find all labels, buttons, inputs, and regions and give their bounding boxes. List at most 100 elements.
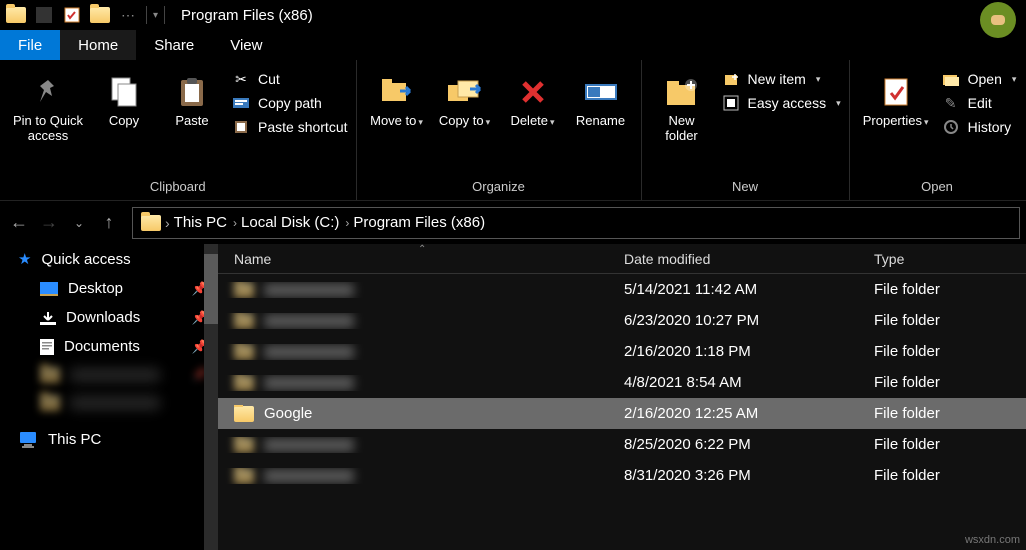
paste-icon — [174, 74, 210, 110]
file-list: Name Date modified Type ⌃ 5/14/2021 11:4… — [218, 244, 1026, 550]
paste-shortcut-button[interactable]: Paste shortcut — [232, 118, 348, 136]
file-type: File folder — [858, 467, 1018, 484]
recent-locations-button[interactable]: ⌄ — [66, 210, 92, 236]
group-open: Properties▾ Open▾ ✎Edit History Open — [850, 60, 1025, 200]
sidebar-desktop[interactable]: Desktop📌 — [0, 274, 218, 303]
column-date-modified[interactable]: Date modified — [608, 251, 858, 267]
table-row[interactable]: 2/16/2020 1:18 PMFile folder — [218, 336, 1026, 367]
sidebar-quick-access[interactable]: ★Quick access — [0, 244, 218, 274]
title-bar: ⋯ ▾ Program Files (x86) — [0, 0, 1026, 30]
copy-path-button[interactable]: Copy path — [232, 94, 348, 112]
file-date: 8/31/2020 3:26 PM — [608, 467, 858, 484]
folder-icon — [234, 282, 254, 298]
breadcrumb-this-pc[interactable]: This PC› — [174, 214, 237, 231]
content-area: ★Quick access Desktop📌 Downloads📌 Docume… — [0, 244, 1026, 550]
forward-button[interactable]: → — [36, 210, 62, 236]
folder-icon[interactable] — [4, 3, 28, 27]
chevron-down-icon: ▾ — [550, 117, 555, 127]
ribbon-toggle-icon[interactable]: ▾ — [153, 10, 158, 21]
column-type[interactable]: Type — [858, 251, 1018, 267]
sidebar-documents[interactable]: Documents📌 — [0, 332, 218, 361]
breadcrumb-program-files[interactable]: Program Files (x86) — [353, 214, 485, 231]
chevron-down-icon: ▾ — [816, 74, 821, 85]
paste-shortcut-icon — [232, 118, 250, 136]
sort-indicator-icon: ⌃ — [418, 244, 426, 255]
sidebar-item-hidden[interactable]: 📌 — [0, 361, 218, 389]
chevron-down-icon: ▾ — [1012, 74, 1017, 85]
sidebar-item-hidden[interactable] — [0, 389, 218, 417]
folder-icon — [234, 313, 254, 329]
address-bar[interactable]: › This PC› Local Disk (C:)› Program File… — [132, 207, 1020, 239]
chevron-right-icon[interactable]: › — [233, 216, 237, 230]
sidebar-scrollbar-thumb[interactable] — [204, 254, 218, 324]
pin-to-quick-access-button[interactable]: Pin to Quick access — [8, 70, 88, 148]
copy-to-button[interactable]: Copy to▾ — [433, 70, 497, 133]
sidebar-scrollbar[interactable] — [204, 244, 218, 550]
tab-home[interactable]: Home — [60, 30, 136, 60]
file-name: Google — [264, 405, 312, 422]
desktop-icon — [40, 282, 58, 296]
column-name[interactable]: Name — [218, 251, 608, 267]
table-row[interactable]: 5/14/2021 11:42 AMFile folder — [218, 274, 1026, 305]
move-to-button[interactable]: Move to▾ — [365, 70, 429, 133]
move-to-icon — [379, 74, 415, 110]
new-item-button[interactable]: New item▾ — [722, 70, 841, 88]
tab-file[interactable]: File — [0, 30, 60, 60]
chevron-right-icon[interactable]: › — [345, 216, 349, 230]
pin-icon — [30, 74, 66, 110]
tab-view[interactable]: View — [212, 30, 280, 60]
table-row[interactable]: Google2/16/2020 12:25 AMFile folder — [218, 398, 1026, 429]
folder-icon — [234, 468, 254, 484]
group-new: New folder New item▾ Easy access▾ New — [642, 60, 850, 200]
chevron-down-icon: ▾ — [418, 117, 423, 127]
more-qat-icon[interactable]: ⋯ — [116, 3, 140, 27]
properties-button[interactable]: Properties▾ — [858, 70, 934, 133]
new-folder-button[interactable]: New folder — [650, 70, 714, 148]
folder-qat-icon[interactable] — [88, 3, 112, 27]
history-button[interactable]: History — [942, 118, 1017, 136]
table-row[interactable]: 8/31/2020 3:26 PMFile folder — [218, 460, 1026, 491]
file-date: 4/8/2021 8:54 AM — [608, 374, 858, 391]
back-button[interactable]: ← — [6, 210, 32, 236]
history-icon — [942, 118, 960, 136]
table-row[interactable]: 6/23/2020 10:27 PMFile folder — [218, 305, 1026, 336]
up-button[interactable]: ↑ — [96, 210, 122, 236]
easy-access-button[interactable]: Easy access▾ — [722, 94, 841, 112]
mascot-icon — [980, 2, 1016, 38]
ribbon-tabs: File Home Share View — [0, 30, 1026, 60]
paste-button[interactable]: Paste — [160, 70, 224, 133]
breadcrumb-local-disk[interactable]: Local Disk (C:)› — [241, 214, 349, 231]
chevron-down-icon: ▾ — [486, 117, 491, 127]
file-date: 2/16/2020 12:25 AM — [608, 405, 858, 422]
table-row[interactable]: 8/25/2020 6:22 PMFile folder — [218, 429, 1026, 460]
app-icon — [32, 3, 56, 27]
window-title: Program Files (x86) — [181, 7, 313, 24]
table-row[interactable]: 4/8/2021 8:54 AMFile folder — [218, 367, 1026, 398]
file-type: File folder — [858, 312, 1018, 329]
folder-icon — [234, 437, 254, 453]
chevron-down-icon: ▾ — [836, 98, 841, 109]
new-item-icon — [722, 70, 740, 88]
sidebar-this-pc[interactable]: This PC — [0, 425, 218, 454]
properties-qat-icon[interactable] — [60, 3, 84, 27]
address-row: ← → ⌄ ↑ › This PC› Local Disk (C:)› Prog… — [0, 200, 1026, 244]
delete-button[interactable]: Delete▾ — [501, 70, 565, 133]
folder-icon — [141, 215, 161, 231]
properties-icon — [878, 74, 914, 110]
tab-share[interactable]: Share — [136, 30, 212, 60]
open-button[interactable]: Open▾ — [942, 70, 1017, 88]
file-date: 6/23/2020 10:27 PM — [608, 312, 858, 329]
rename-icon — [583, 74, 619, 110]
copy-to-icon — [447, 74, 483, 110]
sidebar-downloads[interactable]: Downloads📌 — [0, 303, 218, 332]
cut-button[interactable]: ✂Cut — [232, 70, 348, 88]
file-type: File folder — [858, 374, 1018, 391]
new-folder-icon — [664, 74, 700, 110]
edit-button[interactable]: ✎Edit — [942, 94, 1017, 112]
rename-button[interactable]: Rename — [569, 70, 633, 133]
folder-icon — [234, 344, 254, 360]
documents-icon — [40, 339, 54, 355]
copy-button[interactable]: Copy — [92, 70, 156, 133]
this-pc-icon — [18, 432, 38, 448]
chevron-right-icon[interactable]: › — [165, 215, 170, 231]
